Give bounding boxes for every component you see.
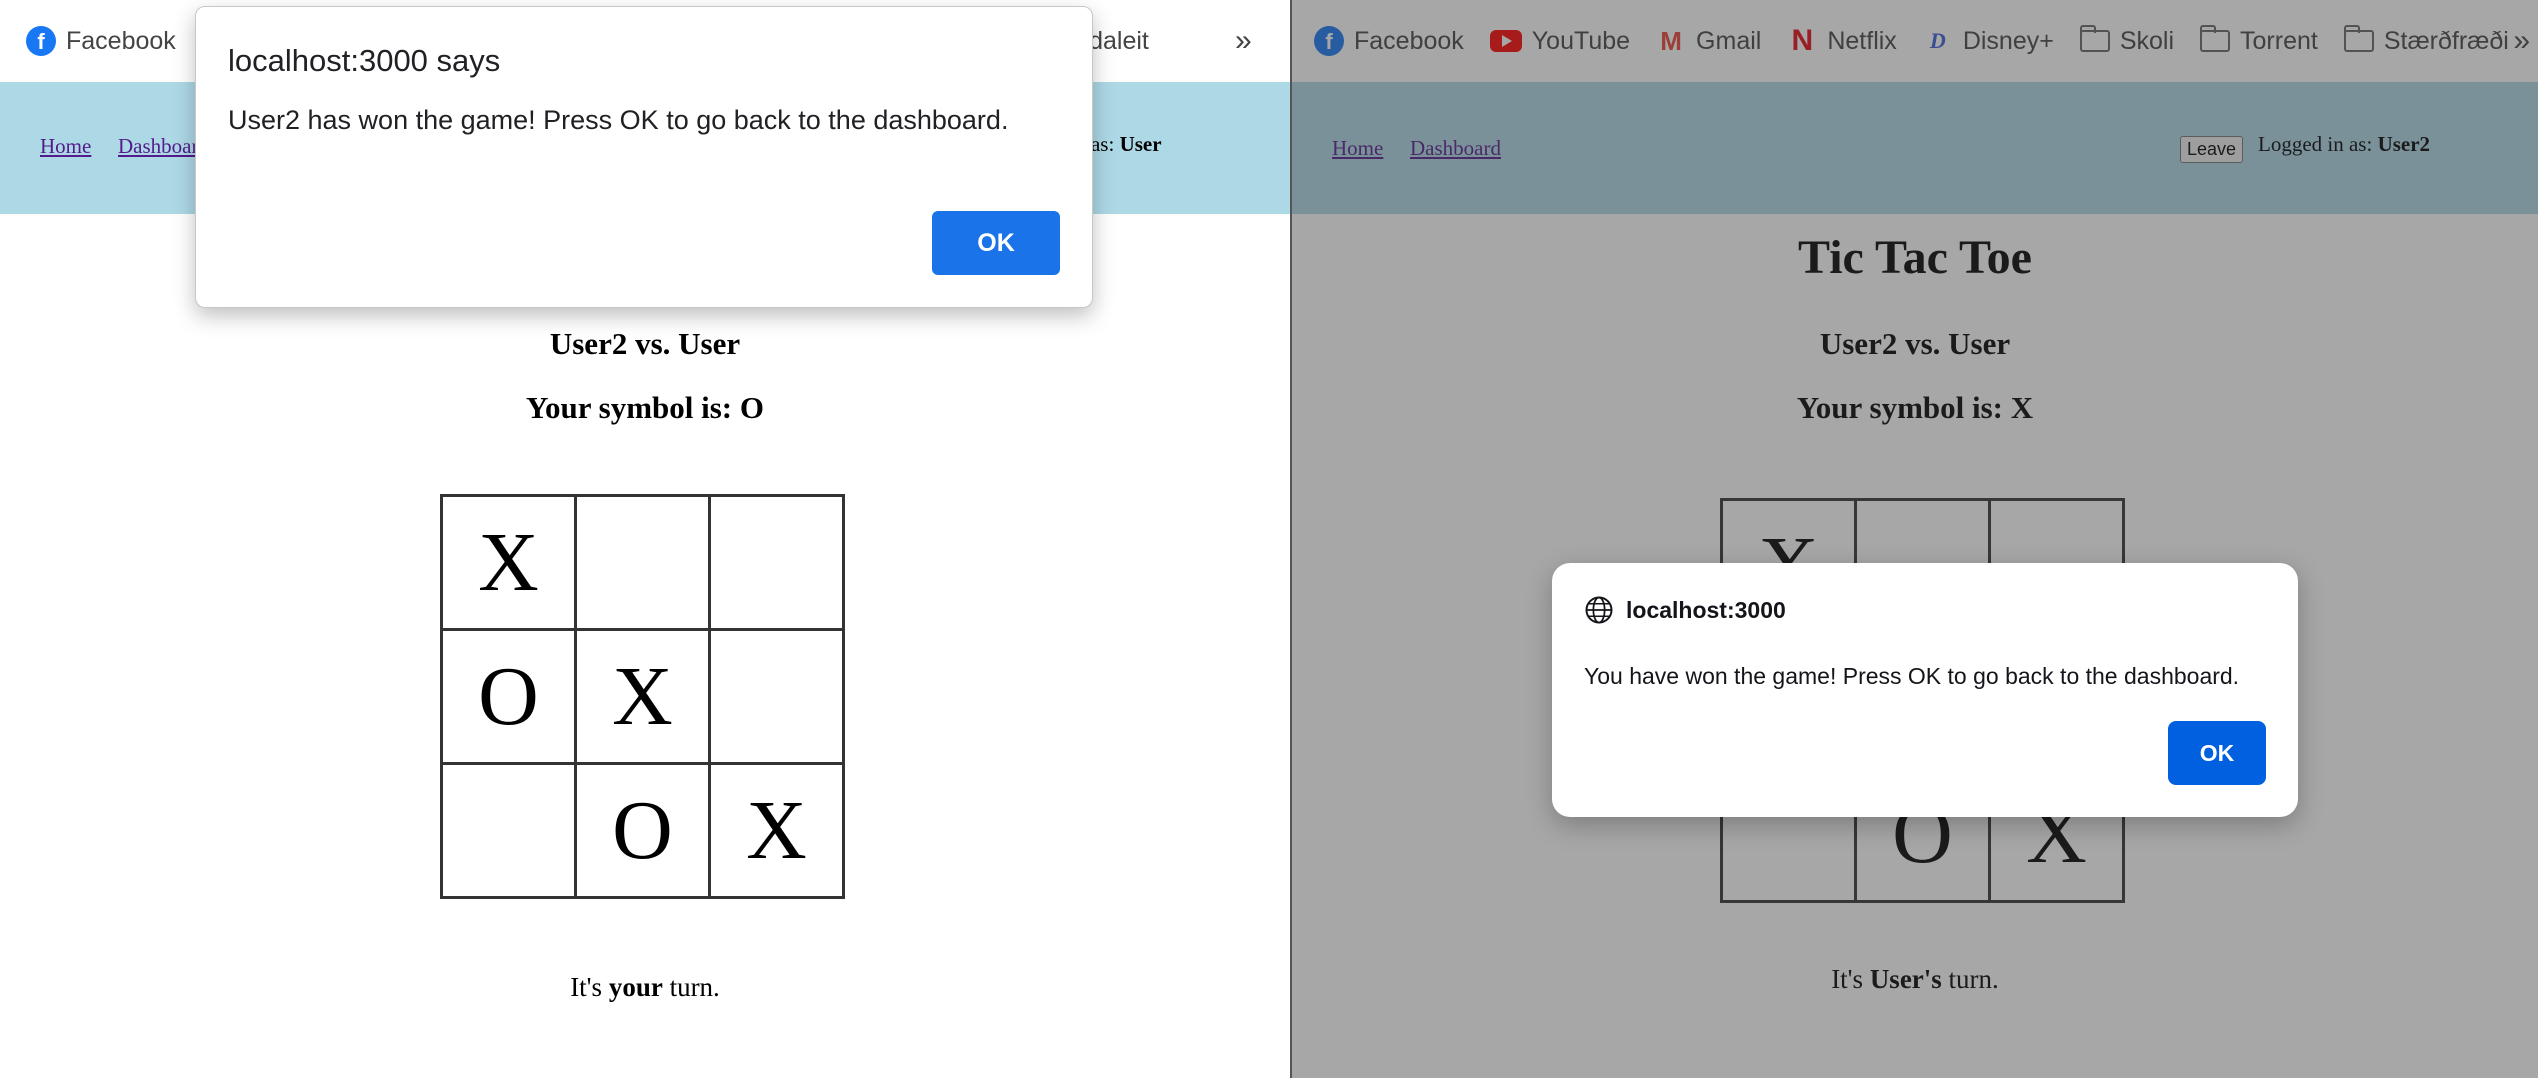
- board-cell[interactable]: [708, 628, 845, 765]
- board-cell[interactable]: X: [574, 628, 711, 765]
- alert-dialog: localhost:3000 You have won the game! Pr…: [1552, 563, 2298, 817]
- board-cell[interactable]: X: [440, 494, 577, 631]
- turn-status: It's your turn.: [0, 972, 1290, 1003]
- dialog-ok-button[interactable]: OK: [2168, 721, 2266, 785]
- game-board: X OX OX: [440, 494, 845, 899]
- game-page: Tic Tac Toe User2 vs. User Your symbol i…: [0, 214, 1290, 1078]
- dialog-message: You have won the game! Press OK to go ba…: [1584, 663, 2240, 689]
- facebook-icon: f: [26, 26, 56, 56]
- bookmarks-more-icon[interactable]: »: [1235, 24, 1252, 58]
- board-cell[interactable]: [708, 494, 845, 631]
- turn-prefix: It's: [570, 972, 609, 1002]
- left-browser-pane: f Facebook ildaleit » Home Dashboard Log…: [0, 0, 1290, 1078]
- symbol-heading: Your symbol is: O: [526, 390, 764, 425]
- turn-suffix: turn.: [662, 972, 720, 1002]
- turn-player: your: [608, 972, 663, 1002]
- globe-icon: [1585, 596, 1613, 624]
- bookmark-label: Facebook: [66, 26, 176, 55]
- board-cell[interactable]: [574, 494, 711, 631]
- board-cell[interactable]: X: [708, 762, 845, 899]
- board-cell[interactable]: O: [574, 762, 711, 899]
- nav-home-link[interactable]: Home: [40, 134, 91, 159]
- dialog-ok-button[interactable]: OK: [932, 211, 1060, 275]
- alert-dialog: localhost:3000 says User2 has won the ga…: [195, 6, 1093, 308]
- bookmark-facebook[interactable]: f Facebook: [26, 26, 176, 56]
- board-cell[interactable]: [440, 762, 577, 899]
- board-cell[interactable]: O: [440, 628, 577, 765]
- modal-overlay: [1292, 0, 2538, 1078]
- dialog-header: localhost:3000: [1584, 595, 1786, 625]
- logged-in-user: User: [1119, 132, 1162, 156]
- dialog-title: localhost:3000 says: [228, 43, 501, 78]
- right-browser-pane: f Facebook YouTube M Gmail N Netflix D D…: [1292, 0, 2538, 1078]
- dialog-message: User2 has won the game! Press OK to go b…: [228, 105, 1009, 135]
- dialog-host: localhost:3000: [1626, 596, 1786, 623]
- matchup-heading: User2 vs. User: [549, 326, 741, 361]
